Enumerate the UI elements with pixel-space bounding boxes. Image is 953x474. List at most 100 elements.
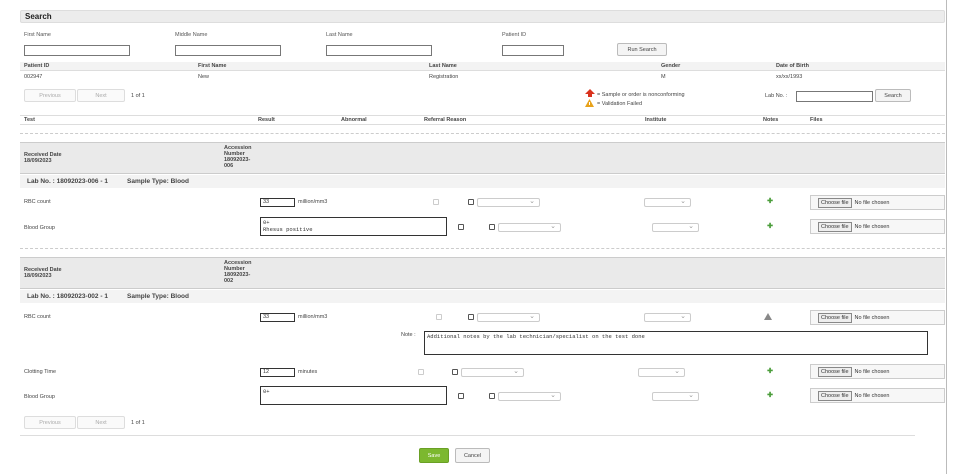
col-files: Files — [810, 117, 823, 123]
lab-no-input[interactable] — [796, 91, 873, 102]
result-unit: million/mm3 — [298, 314, 328, 320]
accession-label-1: Accession Number — [224, 145, 252, 157]
received-date-1: 18/09/2023 — [24, 158, 52, 164]
results-header — [20, 115, 945, 125]
referral-reason-select[interactable] — [498, 222, 561, 232]
search-panel-title: Search — [20, 10, 945, 23]
cancel-button[interactable]: Cancel — [455, 448, 490, 463]
add-note-icon[interactable]: ✚ — [766, 368, 774, 376]
test-name: Blood Group — [24, 394, 55, 400]
pager-info-top: 1 of 1 — [131, 93, 145, 99]
accession-number-2: 18092023- 002 — [224, 272, 251, 284]
col-patient-id: Patient ID — [24, 63, 50, 69]
sample-header-2 — [20, 257, 945, 289]
accession-label-2: Accession Number — [224, 260, 252, 272]
abnormal-checkbox[interactable] — [436, 314, 442, 320]
abnormal-checkbox[interactable] — [458, 224, 464, 230]
col-test: Test — [24, 117, 35, 123]
lab-search-button[interactable]: Search — [875, 89, 911, 102]
sample-header-1 — [20, 142, 945, 174]
middle-name-input[interactable] — [175, 45, 281, 56]
accession-number-1: 18092023- 006 — [224, 157, 251, 169]
pager-info-bottom: 1 of 1 — [131, 420, 145, 426]
referral-checkbox[interactable] — [468, 199, 474, 205]
patient-id-input[interactable] — [502, 45, 564, 56]
abnormal-checkbox[interactable] — [458, 393, 464, 399]
result-textarea[interactable]: 0+ — [260, 386, 447, 405]
col-first-name: First Name — [198, 63, 227, 69]
choose-file-button[interactable]: Choose file — [818, 221, 852, 232]
patient-dob-cell[interactable]: xx/xx/1993 — [776, 74, 802, 80]
file-upload[interactable]: Choose file No file chosen — [810, 364, 945, 379]
referral-checkbox[interactable] — [489, 393, 495, 399]
institute-select[interactable] — [644, 312, 691, 322]
warning-icon — [585, 99, 594, 107]
test-name: Blood Group — [24, 225, 55, 231]
patient-gender-cell[interactable]: M — [661, 74, 666, 80]
result-textarea[interactable]: 0+ Rhesus positive — [260, 217, 447, 236]
institute-select[interactable] — [638, 367, 685, 377]
referral-checkbox[interactable] — [452, 369, 458, 375]
result-input[interactable]: 33 — [260, 198, 295, 207]
previous-button-bottom[interactable]: Previous — [24, 416, 76, 429]
patient-first-name-cell[interactable]: New — [198, 74, 209, 80]
sample-type-1: Sample Type: Blood — [127, 178, 189, 185]
lab-no-2: Lab No. : 18092023-002 - 1 — [27, 293, 108, 300]
divider — [20, 248, 945, 249]
legend-validation-failed: = Validation Failed — [597, 101, 642, 107]
institute-select[interactable] — [652, 391, 699, 401]
result-unit: minutes — [298, 369, 318, 375]
last-name-label: Last Name — [326, 32, 353, 38]
col-last-name: Last Name — [429, 63, 457, 69]
referral-reason-select[interactable] — [477, 312, 540, 322]
col-gender: Gender — [661, 63, 681, 69]
file-status: No file chosen — [854, 368, 890, 375]
referral-reason-select[interactable] — [461, 367, 524, 377]
next-button-top[interactable]: Next — [77, 89, 125, 102]
file-upload[interactable]: Choose file No file chosen — [810, 219, 945, 234]
file-status: No file chosen — [854, 223, 890, 230]
referral-reason-select[interactable] — [498, 391, 561, 401]
note-textarea[interactable]: Additional notes by the lab technician/s… — [424, 331, 928, 355]
abnormal-checkbox[interactable] — [418, 369, 424, 375]
file-status: No file chosen — [854, 199, 890, 206]
file-upload[interactable]: Choose file No file chosen — [810, 310, 945, 325]
result-input[interactable]: 12 — [260, 368, 295, 377]
patient-last-name-cell[interactable]: Registration — [429, 74, 458, 80]
choose-file-button[interactable]: Choose file — [818, 197, 852, 208]
add-note-icon[interactable]: ✚ — [766, 198, 774, 206]
referral-checkbox[interactable] — [468, 314, 474, 320]
last-name-input[interactable] — [326, 45, 432, 56]
first-name-label: First Name — [24, 32, 51, 38]
run-search-button[interactable]: Run Search — [617, 43, 667, 56]
lab-no-1: Lab No. : 18092023-006 - 1 — [27, 178, 108, 185]
institute-select[interactable] — [652, 222, 699, 232]
col-dob: Date of Birth — [776, 63, 809, 69]
institute-select[interactable] — [644, 197, 691, 207]
choose-file-button[interactable]: Choose file — [818, 366, 852, 377]
next-button-bottom[interactable]: Next — [77, 416, 125, 429]
result-input[interactable]: 33 — [260, 313, 295, 322]
save-button[interactable]: Save — [419, 448, 449, 463]
received-date-2: 18/09/2023 — [24, 273, 52, 279]
add-note-icon[interactable]: ✚ — [766, 223, 774, 231]
patient-id-cell[interactable]: 002947 — [24, 74, 42, 80]
test-name: RBC count — [24, 199, 51, 205]
col-abnormal: Abnormal — [341, 117, 367, 123]
abnormal-checkbox[interactable] — [433, 199, 439, 205]
add-note-icon[interactable]: ✚ — [766, 392, 774, 400]
nonconforming-icon — [585, 89, 595, 97]
choose-file-button[interactable]: Choose file — [818, 390, 852, 401]
file-upload[interactable]: Choose file No file chosen — [810, 195, 945, 210]
choose-file-button[interactable]: Choose file — [818, 312, 852, 323]
previous-button-top[interactable]: Previous — [24, 89, 76, 102]
footer-divider — [20, 435, 915, 436]
referral-checkbox[interactable] — [489, 224, 495, 230]
result-unit: million/mm3 — [298, 199, 328, 205]
file-upload[interactable]: Choose file No file chosen — [810, 388, 945, 403]
note-warning-icon[interactable] — [764, 313, 772, 320]
first-name-input[interactable] — [24, 45, 130, 56]
test-name: RBC count — [24, 314, 51, 320]
sample-type-2: Sample Type: Blood — [127, 293, 189, 300]
referral-reason-select[interactable] — [477, 197, 540, 207]
